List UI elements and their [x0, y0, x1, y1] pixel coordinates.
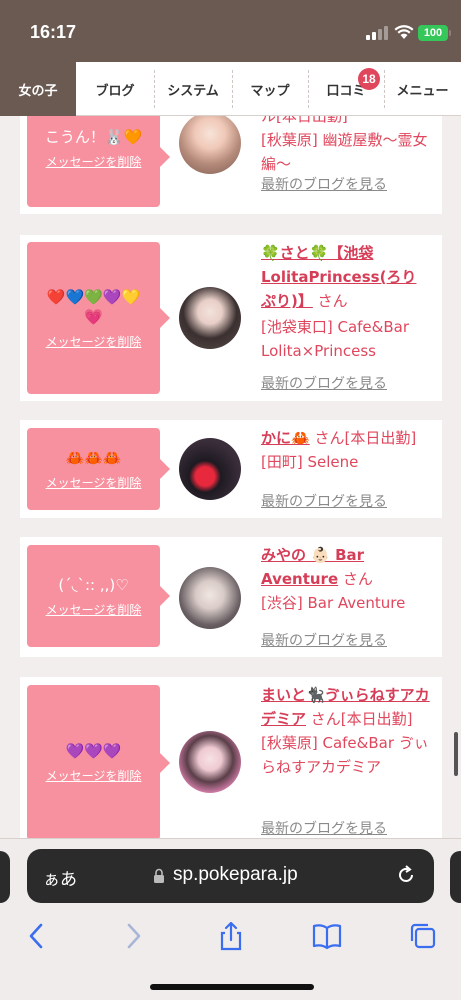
- tab-blog[interactable]: ブログ: [76, 62, 154, 116]
- reviews-count-badge: 18: [358, 68, 380, 90]
- wifi-icon: [394, 25, 414, 39]
- home-indicator[interactable]: [150, 984, 314, 990]
- bookmarks-icon[interactable]: [312, 921, 342, 951]
- avatar[interactable]: [179, 287, 241, 349]
- avatar[interactable]: [179, 116, 241, 174]
- message-text: こうん！🐰🧡: [44, 128, 143, 146]
- tabs-icon[interactable]: [408, 921, 438, 951]
- browser-toolbar: ぁあ sp.pokepara.jp: [0, 838, 461, 1000]
- reload-icon[interactable]: [395, 864, 417, 886]
- honorific: さん[本日出勤]: [314, 429, 417, 447]
- honorific: さん: [317, 292, 348, 310]
- tab-map[interactable]: マップ: [232, 62, 308, 116]
- list-item: ❤️💙💚💜💛💗 メッセージを削除 🍀さと🍀【池袋LolitaPrincess(ろ…: [20, 235, 442, 401]
- honorific: さん[本日出勤]: [310, 710, 413, 728]
- previous-tab-peek[interactable]: [0, 851, 10, 903]
- avatar[interactable]: [179, 438, 241, 500]
- delete-message-link[interactable]: メッセージを削除: [46, 601, 142, 618]
- status-text: ル[本日出勤]: [261, 116, 348, 125]
- list-item: 🦀🦀🦀 メッセージを削除 かに🦀 さん[本日出勤] [田町] Selene 最新…: [20, 420, 442, 518]
- avatar[interactable]: [179, 567, 241, 629]
- shop-location: [秋葉原] Cafe&Bar ゔぃらねすアカデミア: [261, 734, 429, 776]
- url-text: sp.pokepara.jp: [173, 864, 298, 885]
- delete-message-link[interactable]: メッセージを削除: [46, 333, 142, 350]
- shop-location: [田町] Selene: [261, 453, 359, 471]
- next-tab-peek[interactable]: [450, 851, 461, 903]
- honorific: さん: [342, 570, 373, 588]
- message-text: 🦀🦀🦀: [65, 448, 122, 467]
- shop-location: [池袋東口] Cafe&Bar Lolita×Princess: [261, 318, 409, 360]
- status-time: 16:17: [30, 22, 77, 42]
- battery-icon: 100: [418, 25, 451, 41]
- girl-info: かに🦀 さん[本日出勤] [田町] Selene: [261, 426, 446, 474]
- girl-info: ル[本日出勤] [秋葉原] 幽遊屋敷～霊女編～: [261, 116, 431, 176]
- shop-location: [秋葉原] 幽遊屋敷～霊女編～: [261, 131, 428, 173]
- girl-info: まいと🐈‍⬛ゔぃらねすアカデミア さん[本日出勤] [秋葉原] Cafe&Bar…: [261, 683, 431, 779]
- status-bar: 16:17 100: [0, 0, 461, 62]
- latest-blog-link[interactable]: 最新のブログを見る: [261, 491, 387, 511]
- tab-system[interactable]: システム: [154, 62, 232, 116]
- list-item: 💜💜💜 メッセージを削除 まいと🐈‍⬛ゔぃらねすアカデミア さん[本日出勤] […: [20, 677, 442, 838]
- favorites-list: こうん！🐰🧡 メッセージを削除 ル[本日出勤] [秋葉原] 幽遊屋敷～霊女編～ …: [0, 116, 461, 838]
- tab-menu[interactable]: メニュー: [384, 62, 461, 116]
- signal-icon: [366, 26, 388, 40]
- address-bar[interactable]: ぁあ sp.pokepara.jp: [27, 849, 434, 903]
- page-settings-button[interactable]: ぁあ: [43, 865, 77, 890]
- delete-message-link[interactable]: メッセージを削除: [46, 153, 142, 170]
- message-bubble: こうん！🐰🧡 メッセージを削除: [27, 116, 170, 207]
- list-item: こうん！🐰🧡 メッセージを削除 ル[本日出勤] [秋葉原] 幽遊屋敷～霊女編～ …: [20, 116, 442, 214]
- forward-icon[interactable]: [118, 921, 148, 951]
- message-text: 💜💜💜: [65, 742, 122, 760]
- list-item: (ˊ◟ˋ:: ,,)♡ メッセージを削除 みやの 👶🏻 Bar Aventure…: [20, 537, 442, 657]
- message-bubble: (ˊ◟ˋ:: ,,)♡ メッセージを削除: [27, 545, 170, 647]
- message-bubble: 🦀🦀🦀 メッセージを削除: [27, 428, 170, 510]
- lock-icon: [154, 868, 164, 883]
- message-bubble: 💜💜💜 メッセージを削除: [27, 685, 170, 838]
- latest-blog-link[interactable]: 最新のブログを見る: [261, 630, 387, 650]
- message-text: (ˊ◟ˋ:: ,,)♡: [58, 575, 129, 594]
- latest-blog-link[interactable]: 最新のブログを見る: [261, 174, 387, 194]
- tab-girls[interactable]: 女の子: [0, 62, 76, 116]
- latest-blog-link[interactable]: 最新のブログを見る: [261, 373, 387, 393]
- delete-message-link[interactable]: メッセージを削除: [46, 474, 142, 491]
- scrollbar[interactable]: [454, 732, 458, 776]
- girl-info: 🍀さと🍀【池袋LolitaPrincess(ろりぷり)】 さん [池袋東口] C…: [261, 241, 431, 363]
- category-nav: 女の子 ブログ システム マップ 口コミ メニュー: [0, 62, 461, 116]
- delete-message-link[interactable]: メッセージを削除: [46, 767, 142, 784]
- avatar[interactable]: [179, 731, 241, 793]
- share-icon[interactable]: [216, 921, 246, 951]
- back-icon[interactable]: [22, 921, 52, 951]
- shop-location: [渋谷] Bar Aventure: [261, 594, 406, 612]
- message-bubble: ❤️💙💚💜💛💗 メッセージを削除: [27, 242, 170, 394]
- girl-name-link[interactable]: かに🦀: [261, 429, 310, 447]
- message-text: ❤️💙💚💜💛💗: [46, 287, 141, 326]
- girl-info: みやの 👶🏻 Bar Aventure さん [渋谷] Bar Aventure: [261, 543, 436, 615]
- latest-blog-link[interactable]: 最新のブログを見る: [261, 818, 387, 838]
